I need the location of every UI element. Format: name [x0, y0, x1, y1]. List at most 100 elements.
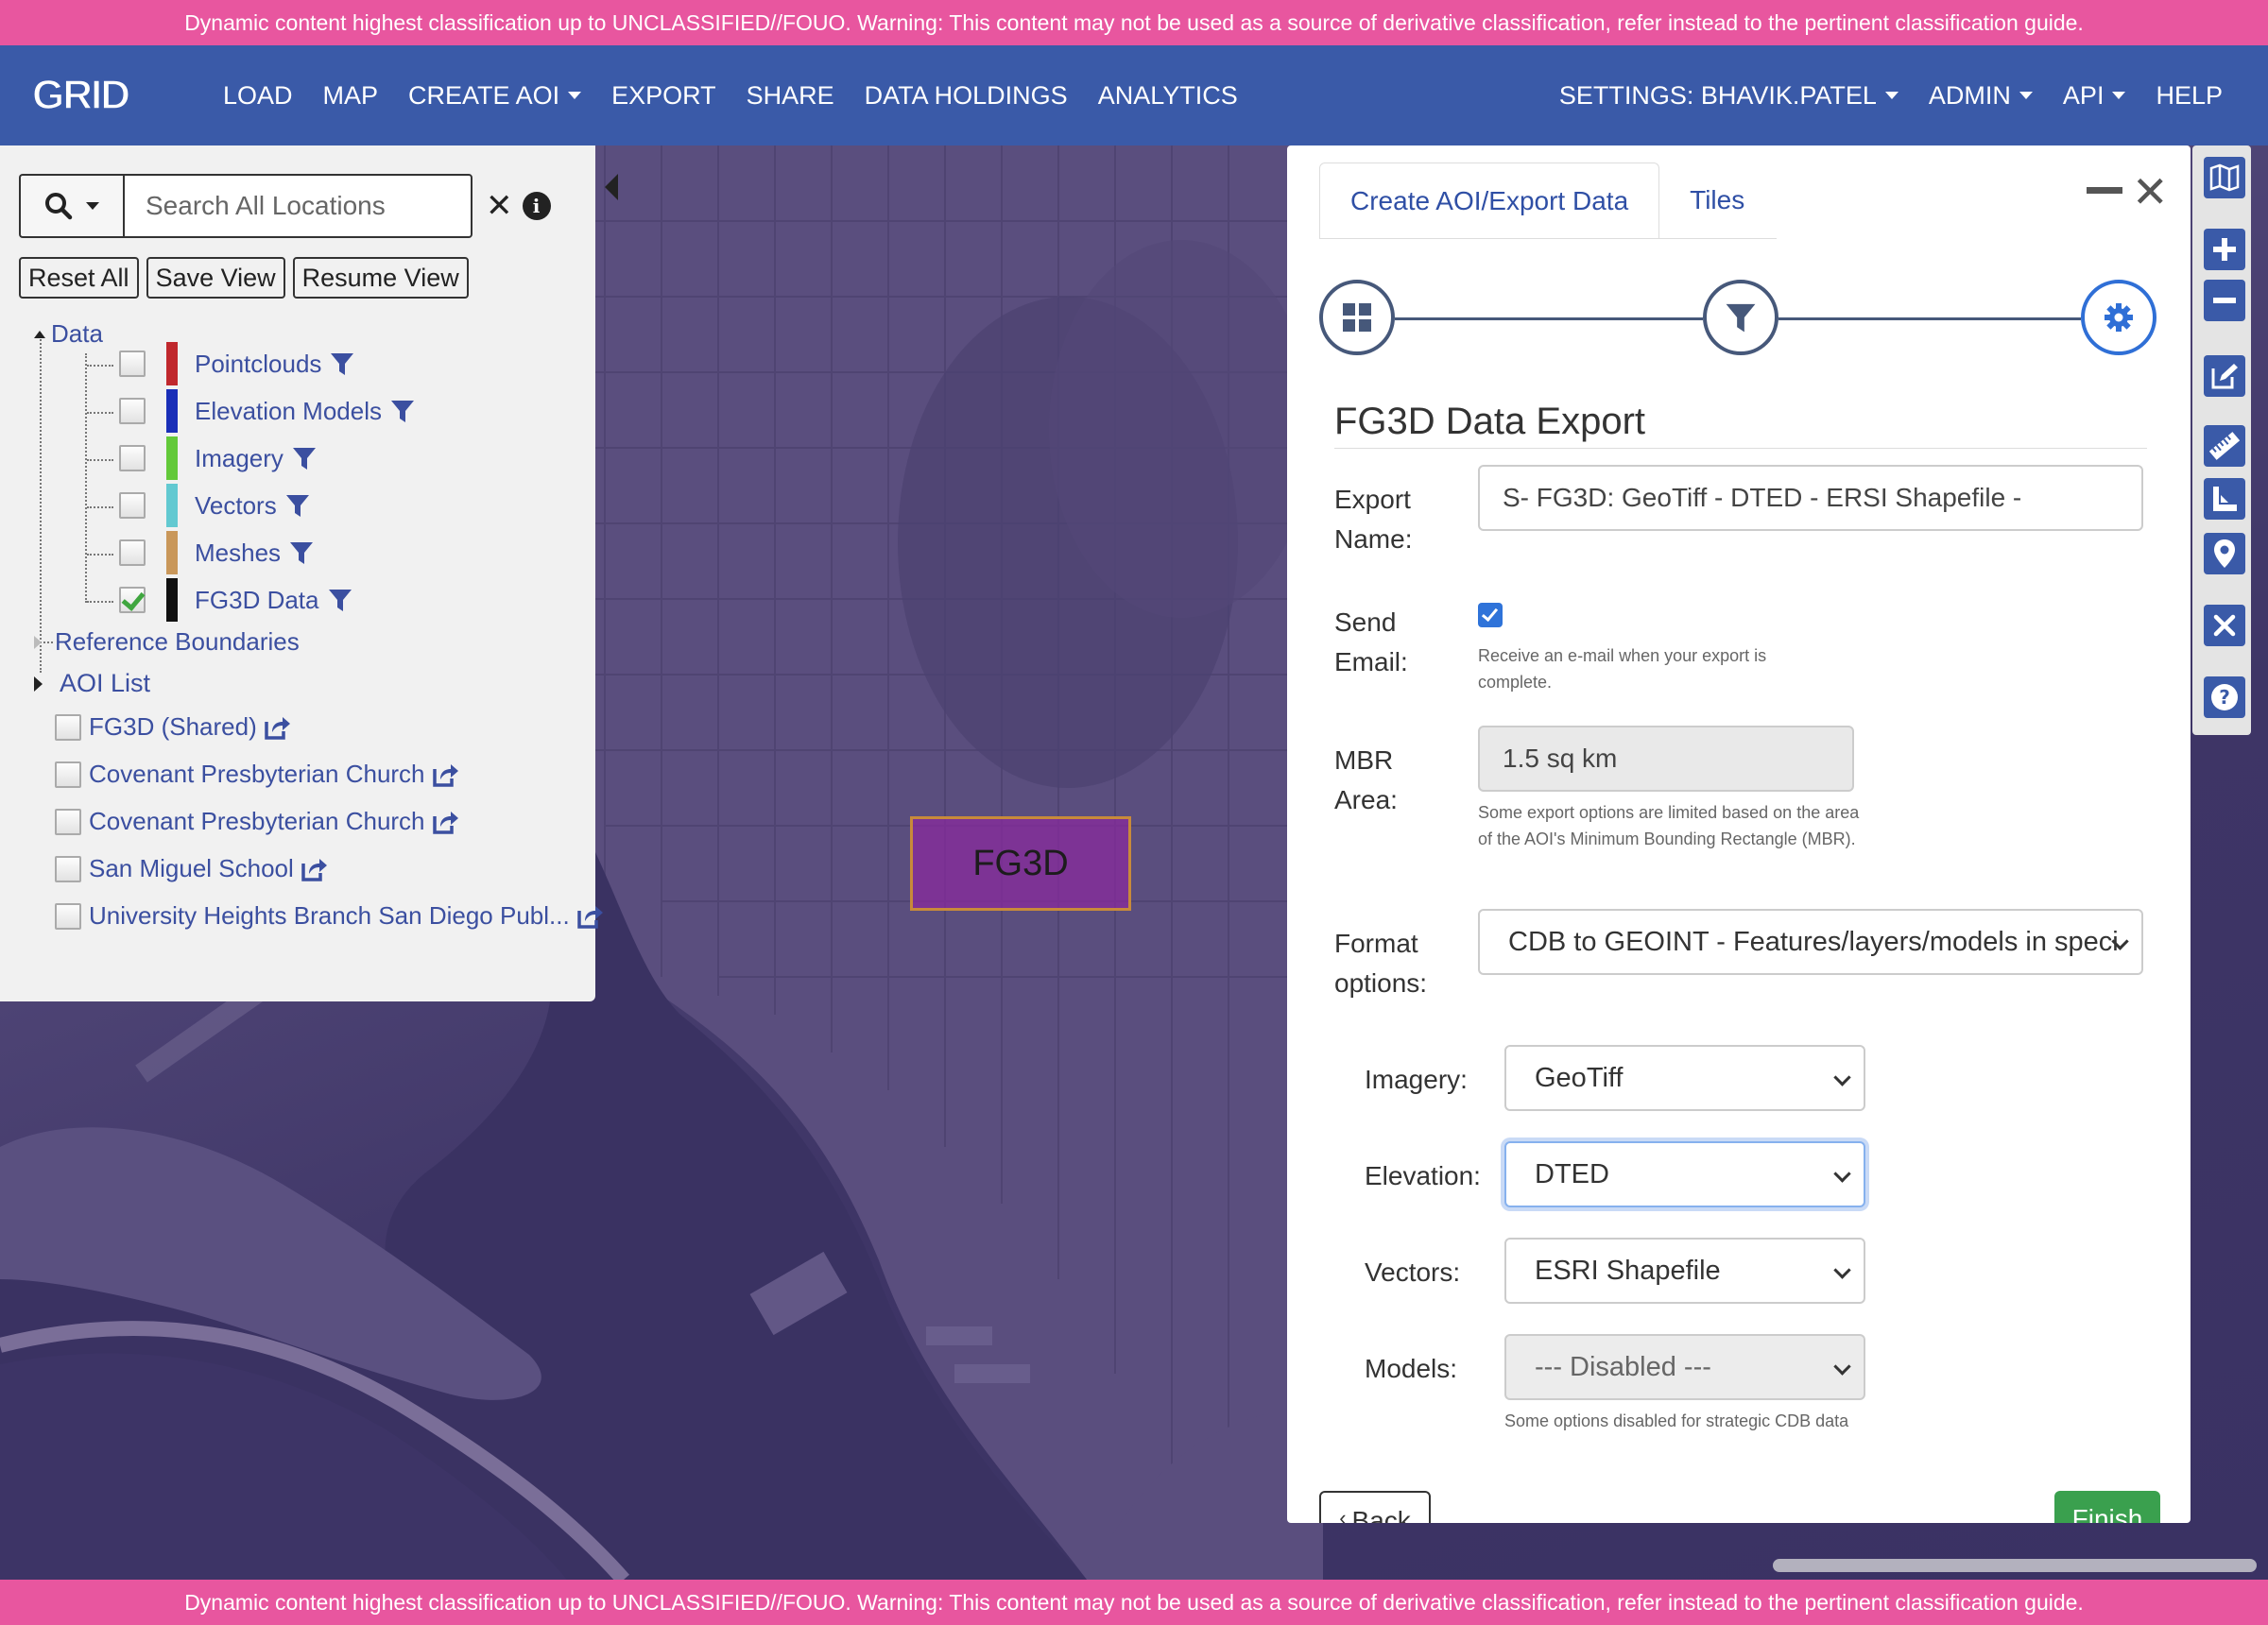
navbar: GRID LOAD MAP CREATE AOI EXPORT SHARE DA… [0, 45, 2268, 145]
horizontal-scrollbar[interactable] [1773, 1559, 2257, 1572]
nav-load[interactable]: LOAD [208, 81, 308, 111]
wizard-step-filter[interactable] [1703, 280, 1778, 355]
chevron-down-icon [1833, 1261, 1851, 1279]
layer-elevation-models[interactable]: Elevation Models [119, 389, 416, 433]
tree-connector [87, 412, 113, 414]
aoi-checkbox[interactable] [55, 855, 81, 882]
tree-node-reference-boundaries[interactable]: Reference Boundaries [34, 627, 300, 657]
aoi-item[interactable]: Covenant Presbyterian Church [55, 807, 459, 836]
nav-create-aoi[interactable]: CREATE AOI [393, 81, 596, 111]
tool-zoom-in[interactable] [2204, 229, 2245, 270]
elevation-label: Elevation: [1365, 1161, 1481, 1190]
nav-map[interactable]: MAP [308, 81, 394, 111]
share-icon[interactable] [431, 761, 459, 788]
chevron-left-icon: ‹ [1339, 1506, 1347, 1523]
tool-place-marker[interactable] [2204, 533, 2245, 574]
wizard-connector [1778, 317, 2081, 320]
elevation-select[interactable]: DTED [1504, 1141, 1865, 1207]
wizard-step-settings[interactable] [2081, 280, 2156, 355]
nav-help[interactable]: HELP [2140, 81, 2238, 111]
layer-checkbox[interactable] [119, 398, 146, 424]
share-icon[interactable] [576, 903, 604, 930]
format-options-label: Format options: [1334, 929, 1428, 998]
tree-node-data[interactable]: Data [34, 319, 103, 349]
share-icon[interactable] [263, 714, 291, 741]
aoi-item[interactable]: Covenant Presbyterian Church [55, 760, 459, 789]
close-icon[interactable]: ✕ [2132, 166, 2169, 217]
save-view-button[interactable]: Save View [146, 257, 285, 299]
vectors-select[interactable]: ESRI Shapefile [1504, 1238, 1865, 1304]
layer-imagery[interactable]: Imagery [119, 436, 318, 480]
filter-icon[interactable] [327, 587, 353, 613]
search-type-dropdown[interactable] [19, 174, 123, 238]
aoi-checkbox[interactable] [55, 902, 81, 930]
nav-export[interactable]: EXPORT [596, 81, 731, 111]
tab-create-aoi-export[interactable]: Create AOI/Export Data [1319, 162, 1660, 238]
collapse-panel-icon[interactable] [605, 174, 618, 200]
layer-label: Meshes [195, 538, 282, 567]
layer-checkbox[interactable] [119, 445, 146, 471]
layer-color-swatch [166, 436, 178, 480]
finish-button[interactable]: Finish [2054, 1491, 2160, 1523]
caret-down-icon [2019, 92, 2033, 99]
back-button[interactable]: ‹ Back [1319, 1491, 1431, 1523]
aoi-rectangle[interactable]: FG3D [910, 816, 1131, 911]
tool-measure-distance[interactable] [2204, 425, 2245, 467]
aoi-item[interactable]: San Miguel School [55, 854, 328, 883]
info-icon[interactable]: i [522, 192, 551, 220]
aoi-item[interactable]: FG3D (Shared) [55, 712, 291, 742]
nav-settings[interactable]: SETTINGS: BHAVIK.PATEL [1544, 81, 1914, 111]
nav-api[interactable]: API [2048, 81, 2141, 111]
filter-icon[interactable] [291, 445, 318, 471]
reset-all-button[interactable]: Reset All [19, 257, 139, 299]
nav-analytics[interactable]: ANALYTICS [1083, 81, 1253, 111]
resume-view-button[interactable]: Resume View [292, 257, 469, 299]
nav-data-holdings[interactable]: DATA HOLDINGS [850, 81, 1083, 111]
layer-checkbox[interactable] [119, 351, 146, 377]
help-icon: ? [2211, 684, 2238, 710]
filter-icon[interactable] [284, 492, 311, 519]
tool-zoom-out[interactable] [2204, 280, 2245, 321]
map-toolbar: ? [2192, 145, 2251, 735]
tool-layers[interactable] [2204, 157, 2245, 198]
aoi-checkbox[interactable] [55, 713, 81, 741]
aoi-item[interactable]: University Heights Branch San Diego Publ… [55, 901, 604, 931]
nav-share[interactable]: SHARE [731, 81, 850, 111]
layer-checkbox[interactable] [119, 492, 146, 519]
chevron-down-icon [1833, 1165, 1851, 1183]
search-input[interactable] [123, 174, 472, 238]
wizard-step-select[interactable] [1319, 280, 1395, 355]
clear-search-icon[interactable]: ✕ [486, 187, 513, 225]
aoi-item-label: San Miguel School [89, 854, 294, 882]
layer-vectors[interactable]: Vectors [119, 484, 311, 527]
aoi-checkbox[interactable] [55, 808, 81, 835]
export-name-input[interactable]: S- FG3D: GeoTiff - DTED - ERSI Shapefile… [1478, 465, 2143, 531]
gear-icon [2105, 303, 2133, 332]
filter-icon[interactable] [389, 398, 416, 424]
layer-checkbox[interactable] [119, 539, 146, 566]
imagery-select[interactable]: GeoTiff [1504, 1045, 1865, 1111]
filter-icon[interactable] [329, 351, 355, 377]
grid-logo[interactable]: GRID [32, 77, 161, 114]
layer-pointclouds[interactable]: Pointclouds [119, 342, 355, 385]
layer-color-swatch [166, 531, 178, 574]
send-email-checkbox[interactable] [1478, 603, 1503, 627]
tool-help[interactable]: ? [2204, 676, 2245, 718]
minimize-icon[interactable] [2087, 187, 2122, 194]
tool-measure-area[interactable] [2204, 478, 2245, 520]
models-label: Models: [1365, 1354, 1458, 1383]
layer-checkbox-checked[interactable] [119, 587, 146, 613]
nav-admin[interactable]: ADMIN [1914, 81, 2048, 111]
tab-tiles[interactable]: Tiles [1659, 162, 1775, 238]
layer-fg3d-data[interactable]: FG3D Data [119, 578, 353, 622]
tool-clear[interactable] [2204, 605, 2245, 646]
share-icon[interactable] [431, 809, 459, 835]
aoi-checkbox[interactable] [55, 761, 81, 788]
tool-edit[interactable] [2204, 355, 2245, 397]
aoi-list-toggle[interactable]: AOI List [34, 669, 150, 698]
filter-icon[interactable] [288, 539, 315, 566]
share-icon[interactable] [300, 856, 328, 882]
layer-color-swatch [166, 342, 178, 385]
format-options-select[interactable]: CDB to GEOINT - Features/layers/models i… [1478, 909, 2143, 975]
layer-meshes[interactable]: Meshes [119, 531, 315, 574]
